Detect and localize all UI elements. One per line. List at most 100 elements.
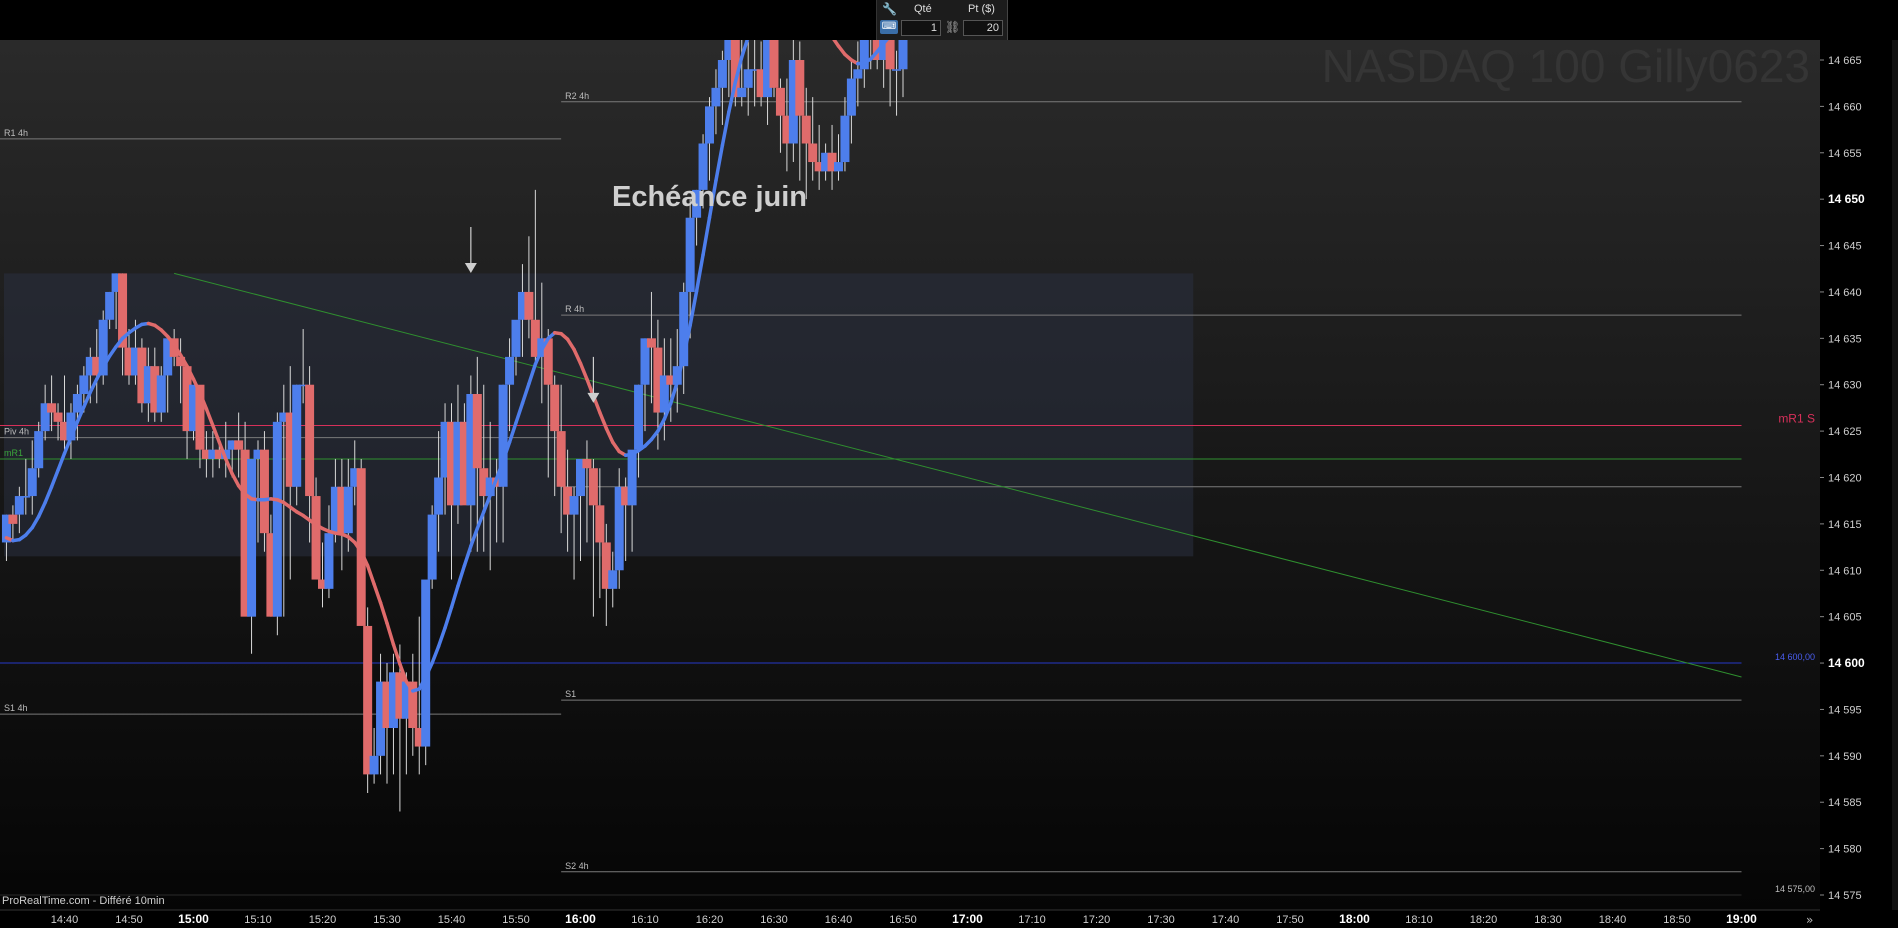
candle-body-73 [472,394,482,469]
y-tick-label-16: 14 655 [1828,148,1862,160]
candle-body-45 [292,384,302,487]
level-label-3: Piv 4h [4,427,29,437]
x-tick-label-8: 16:00 [565,912,596,926]
link-icon[interactable]: ⛓ [945,20,960,34]
candle-body-11 [72,394,82,413]
y-tick-label-12: 14 635 [1828,333,1862,345]
x-tick-label-18: 17:40 [1212,914,1240,926]
x-tick-label-22: 18:20 [1470,914,1498,926]
candle-body-67 [434,477,444,515]
candle-body-4 [27,468,37,497]
x-tick-label-13: 16:50 [889,914,917,926]
x-tick-label-11: 16:30 [760,914,788,926]
source-label: ProRealTime.com - Différé 10min [2,895,165,907]
candle-body-115 [743,69,753,88]
right-tools-strip [1892,40,1898,910]
y-tick-label-3: 14 590 [1828,751,1862,763]
candle-body-81 [524,291,534,320]
candle-body-91 [588,468,598,506]
x-tick-label-15: 17:10 [1018,914,1046,926]
y-tick-label-1: 14 580 [1828,844,1862,856]
x-tick-label-26: 19:00 [1726,912,1757,926]
y-tick-label-17: 14 660 [1828,101,1862,113]
level-label-10: S2 4h [565,861,589,871]
candle-body-92 [595,505,605,543]
candle-body-65 [421,579,431,747]
x-tick-label-10: 16:20 [696,914,724,926]
y-tick-label-8: 14 615 [1828,519,1862,531]
scroll-right-icon[interactable]: » [1806,913,1813,927]
x-tick-label-20: 18:00 [1339,912,1370,926]
x-tick-label-25: 18:50 [1663,914,1691,926]
level-label-7: 14 600,00 [1775,652,1815,662]
candle-body-38 [247,458,257,617]
level-label-0: R1 4h [4,128,28,138]
price-chart[interactable]: NASDAQ 100 Gilly0623 R1 4h R2 4h R 4h Piv 4… [0,0,1898,928]
y-tick-label-0: 14 575 [1828,890,1862,902]
candle-body-1 [8,514,18,524]
candle-body-123 [795,60,805,116]
x-tick-label-23: 18:30 [1534,914,1562,926]
candle-body-114 [737,87,747,98]
candle-body-5 [34,431,44,469]
y-tick-label-15: 14 650 [1828,192,1865,206]
candle-body-12 [79,375,89,394]
candle-body-66 [427,514,437,580]
candle-body-79 [511,319,521,357]
x-tick-label-3: 15:10 [244,914,272,926]
y-tick-label-11: 14 630 [1828,380,1862,392]
candle-body-85 [550,384,560,432]
x-tick-label-21: 18:10 [1405,914,1433,926]
candle-body-8 [53,412,63,422]
candle-body-110 [711,87,721,107]
y-tick-label-14: 14 645 [1828,241,1862,253]
qty-label: Qté [914,3,932,15]
candle-body-36 [234,440,244,450]
level-label-8: S1 4h [4,703,28,713]
candle-body-53 [343,486,353,534]
candle-body-132 [853,69,863,79]
x-tick-label-4: 15:20 [309,914,337,926]
candle-body-7 [47,403,57,413]
candle-body-16 [105,291,115,320]
candle-body-119 [769,40,779,88]
y-tick-label-5: 14 600 [1828,656,1865,670]
level-label-9: S1 [565,689,576,699]
candle-body-47 [305,384,315,497]
candle-body-24 [156,375,166,413]
candle-body-50 [324,533,334,589]
candle-body-94 [608,570,618,589]
wrench-icon[interactable]: 🔧 [882,2,897,16]
y-tick-label-2: 14 585 [1828,797,1862,809]
x-tick-label-1: 14:50 [115,914,143,926]
x-tick-label-6: 15:40 [438,914,466,926]
candle-body-98 [634,384,644,450]
x-tick-label-9: 16:10 [631,914,659,926]
y-tick-label-6: 14 605 [1828,612,1862,624]
candle-body-3 [21,496,31,498]
keyboard-icon[interactable]: ⌨ [880,20,898,34]
x-tick-label-19: 17:50 [1276,914,1304,926]
y-tick-label-4: 14 595 [1828,704,1862,716]
candle-body-111 [717,60,727,88]
level-label-2: R 4h [565,304,584,314]
y-tick-label-13: 14 640 [1828,287,1862,299]
toolbar-separator [1007,0,1008,40]
level-label-4: mR1 [4,448,23,458]
candle-body-56 [363,625,373,775]
candle-body-109 [705,106,714,144]
pt-input[interactable]: 20 [963,20,1003,36]
candle-body-42 [272,421,282,617]
qty-input[interactable]: 1 [901,20,941,36]
y-tick-label-10: 14 625 [1828,426,1862,438]
x-tick-label-0: 14:40 [51,914,79,926]
candle-body-57 [369,755,379,775]
candle-body-131 [846,78,856,116]
candle-body-138 [892,69,902,71]
x-tick-label-17: 17:30 [1147,914,1175,926]
watermark-text: NASDAQ 100 Gilly0623 [1322,40,1810,92]
x-tick-label-2: 15:00 [178,912,209,926]
pt-label: Pt ($) [968,3,995,15]
candle-body-40 [259,449,269,534]
candle-body-130 [840,115,850,163]
